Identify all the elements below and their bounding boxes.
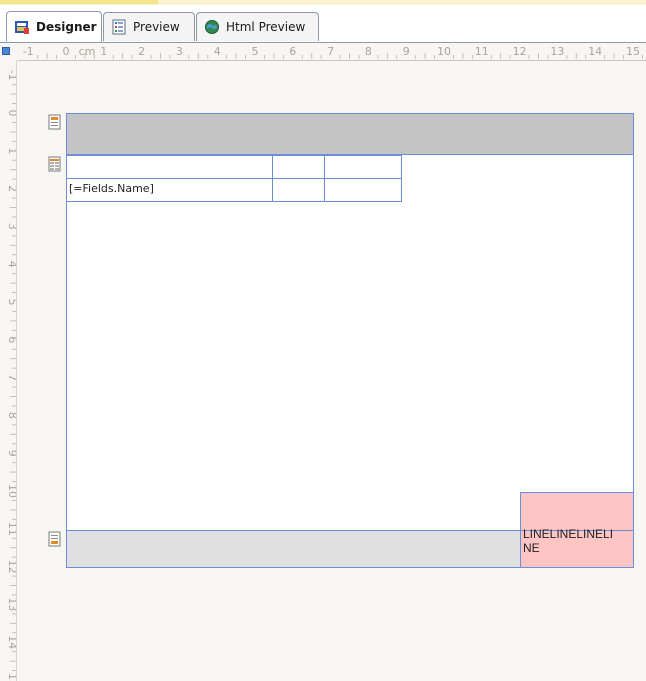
designer-icon	[14, 19, 30, 35]
globe-icon	[204, 19, 220, 35]
hruler-tick-label: 11	[475, 45, 489, 58]
table-cell-fields-name[interactable]: [=Fields.Name]	[66, 178, 273, 202]
tab-html-preview[interactable]: Html Preview	[196, 12, 319, 41]
hruler-tick-label: 10	[437, 45, 451, 58]
detail-band[interactable]	[66, 155, 634, 530]
textbox-line: LINELINELINELI	[523, 527, 614, 541]
page-footer-section-icon[interactable]	[48, 531, 62, 547]
canvas-edge	[16, 60, 17, 681]
tab-designer[interactable]: Designer	[6, 11, 102, 42]
preview-icon	[111, 19, 127, 35]
hruler-tick-label: 7	[327, 45, 334, 58]
page-header-section-icon[interactable]	[48, 114, 62, 130]
footer-textbox[interactable]: LINELINELINELI NE	[520, 492, 634, 568]
tab-label: Designer	[36, 19, 97, 34]
detail-section-icon[interactable]	[48, 156, 62, 172]
horizontal-ruler[interactable]: -1 0 1 2 3 4 5 6 7 8 9 10 11 12 13 14 15cm	[16, 43, 646, 61]
hruler-tick-label: 12	[513, 45, 527, 58]
hruler-tick-label: 0	[63, 45, 70, 58]
textbox-line: NE	[523, 541, 540, 555]
hruler-tick-label: 1	[100, 45, 107, 58]
hruler-tick-label: 15	[626, 45, 640, 58]
table-header-cell[interactable]	[324, 155, 402, 179]
hruler-tick-label: 4	[214, 45, 221, 58]
tab-preview[interactable]: Preview	[103, 12, 195, 41]
hruler-tick-label: 14	[588, 45, 602, 58]
table-detail-cell[interactable]	[272, 178, 325, 202]
field-expression: [=Fields.Name]	[69, 182, 154, 195]
hruler-tick-label: 9	[403, 45, 410, 58]
top-strip-accent	[0, 0, 158, 4]
tab-label: Preview	[133, 20, 180, 34]
hruler-tick-label: 13	[550, 45, 564, 58]
page-header-band[interactable]	[66, 113, 634, 155]
table-detail-cell[interactable]	[324, 178, 402, 202]
hruler-tick-label: 6	[289, 45, 296, 58]
tab-bar: Designer Preview Html Preview	[0, 5, 646, 43]
hruler-tick-label: 5	[252, 45, 259, 58]
hruler-tick-label: -1	[23, 45, 34, 58]
hruler-tick-label: 2	[138, 45, 145, 58]
hruler-tick-label: 8	[365, 45, 372, 58]
tab-label: Html Preview	[226, 20, 306, 34]
hruler-unit-label: cm	[79, 45, 96, 58]
hruler-tick-label: 3	[176, 45, 183, 58]
table-header-cell[interactable]	[66, 155, 273, 179]
table-header-cell[interactable]	[272, 155, 325, 179]
ruler-corner-button[interactable]	[2, 47, 10, 55]
